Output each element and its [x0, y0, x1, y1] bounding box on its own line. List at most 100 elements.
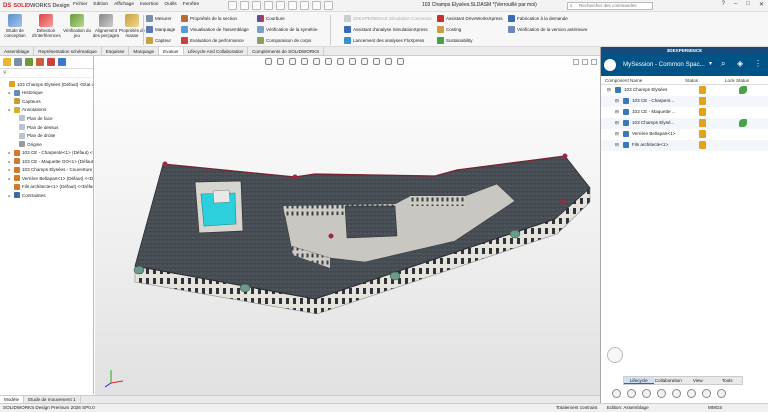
building-3d-model[interactable] [95, 56, 600, 395]
more-icon[interactable]: ⋮ [754, 59, 762, 68]
tree-item[interactable]: ▸ Historique [0, 89, 93, 98]
search-commands-input[interactable]: ⌕ Rechercher des commandes [567, 2, 653, 10]
tab-evaluer[interactable]: Evaluer [159, 47, 184, 55]
performance-evaluation-button[interactable]: Evaluation de performance [181, 36, 249, 44]
undo-icon[interactable] [276, 1, 285, 10]
menu-edition[interactable]: Edition [93, 2, 108, 7]
minimize-icon[interactable]: – [734, 1, 737, 8]
tree-item[interactable]: ▸ Verrière Bellapart<1> (Défaut) <<Défaut… [0, 174, 93, 183]
maturity-icon[interactable] [687, 388, 696, 398]
tab-complements-solidworks[interactable]: Compléments de SOLIDWORKS [248, 47, 325, 55]
help-icon[interactable]: ? [722, 1, 725, 8]
sensor-button[interactable]: Capteur [146, 36, 175, 44]
assembly-visualization-button[interactable]: Visualisation de l'assemblage [181, 25, 249, 33]
tree-item[interactable]: Plan de face [0, 114, 93, 123]
open-icon[interactable] [240, 1, 249, 10]
measure-button[interactable]: Mesurer [146, 14, 175, 22]
3dexperience-icon[interactable] [58, 58, 66, 66]
3ds-compass-icon[interactable] [604, 59, 616, 71]
tree-item[interactable]: ▸ 103 Champs Elysées - Couverture Et Zing… [0, 165, 93, 174]
component-row[interactable]: ⊟ 103 Champs Elysées [601, 85, 768, 96]
hole-alignment-button[interactable]: Alignement des perçages [92, 14, 120, 38]
options-icon[interactable] [324, 1, 333, 10]
tab-representation-schematique[interactable]: Représentation schématique [34, 47, 102, 55]
tree-item[interactable]: 103 Champs Elysées (Défaut) <Etat d'affi… [0, 80, 93, 89]
design-study-button[interactable]: Etude de conception [1, 14, 29, 38]
simulation-connector-button[interactable]: 3DEXPERIENCE Simulation Connector [344, 14, 432, 22]
curvature-button[interactable]: Courbure [257, 14, 318, 22]
component-row[interactable]: ⊟ 103 CE - Maquette ... [601, 107, 768, 118]
tree-item[interactable]: Fils architecte<1> (Défaut) <<Défaut> [0, 183, 93, 192]
close-icon[interactable]: ✕ [759, 1, 764, 8]
tab-lifecycle[interactable]: Lifecycle [624, 377, 654, 384]
menu-outils[interactable]: Outils [164, 2, 176, 7]
menu-insertion[interactable]: Insertion [140, 2, 158, 7]
expand-icon[interactable]: ⊟ [615, 120, 619, 126]
tree-item[interactable]: ▸ 103 CE - Charpente<1> (Défaut) <<Défaut… [0, 148, 93, 157]
expand-icon[interactable]: ⊟ [615, 142, 619, 148]
menu-affichage[interactable]: Affichage [114, 2, 134, 7]
save-3dx-icon[interactable] [612, 388, 621, 398]
unlock-icon[interactable] [657, 388, 666, 398]
sustainability-button[interactable]: Sustainability [437, 36, 503, 44]
previous-version-check-button[interactable]: Vérification de la version antérieure [508, 25, 588, 33]
status-units[interactable]: MMGS [708, 404, 722, 412]
tab-tools[interactable]: Tools [713, 377, 743, 384]
select-icon[interactable] [300, 1, 309, 10]
property-manager-icon[interactable] [14, 58, 22, 66]
compare-bodies-button[interactable]: Comparaison de corps [257, 36, 318, 44]
tab-assemblage[interactable]: Assemblage [0, 47, 35, 55]
save-icon[interactable] [252, 1, 261, 10]
share-icon[interactable] [702, 388, 711, 398]
interference-detection-button[interactable]: Détection d'interférences [32, 14, 61, 38]
driveworksxpress-button[interactable]: Assistant DriveWorksXpress [437, 14, 503, 22]
tree-item[interactable]: ▸ 103 CE - Maquette GO<1> (Défaut) <<Défa… [0, 157, 93, 166]
menu-fenetre[interactable]: Fenêtre [183, 2, 200, 7]
tree-item[interactable]: Origine [0, 140, 93, 149]
display-manager-icon[interactable] [47, 58, 55, 66]
expand-arrow-icon[interactable]: ▸ [7, 167, 12, 172]
info-icon[interactable] [717, 388, 726, 398]
tree-item[interactable]: Plan de dessus [0, 123, 93, 132]
col-component-name[interactable]: Component Name [605, 78, 642, 83]
feature-filter[interactable]: ⚲ [0, 69, 93, 78]
configuration-manager-icon[interactable] [25, 58, 33, 66]
on-demand-manufacturing-button[interactable]: Fabrication à la demande [508, 14, 588, 22]
expand-icon[interactable]: ⊟ [607, 87, 611, 93]
dimxpert-icon[interactable] [36, 58, 44, 66]
tab-esquisse[interactable]: Esquisse [102, 47, 130, 55]
expand-arrow-icon[interactable]: ▸ [7, 107, 12, 112]
tree-item[interactable]: ▸ Contraintes [0, 191, 93, 200]
lock-icon[interactable] [642, 388, 651, 398]
menu-fichier[interactable]: Fichier [73, 2, 87, 7]
new-icon[interactable] [228, 1, 237, 10]
section-properties-button[interactable]: Propriétés de la section [181, 14, 249, 22]
tree-item[interactable]: Plan de droite [0, 131, 93, 140]
feature-tree-icon[interactable] [3, 58, 11, 66]
tab-motion-study[interactable]: Etude de mouvement 1 [24, 396, 81, 403]
navigation-compass-icon[interactable] [607, 347, 623, 363]
floxpress-button[interactable]: Lancement des analyses FloXpress [344, 36, 432, 44]
expand-icon[interactable]: ⊟ [615, 98, 619, 104]
clearance-verification-button[interactable]: Vérification du jeu [63, 14, 91, 38]
expand-arrow-icon[interactable]: ▸ [7, 159, 12, 164]
expand-arrow-icon[interactable]: ▸ [7, 176, 12, 181]
expand-icon[interactable]: ⊟ [615, 131, 619, 137]
search-icon[interactable]: ⌕ [721, 59, 725, 69]
tag-icon[interactable]: ◈ [737, 59, 743, 68]
print-icon[interactable] [264, 1, 273, 10]
col-status[interactable]: Status [685, 78, 698, 83]
markup-button[interactable]: Marquage [146, 25, 175, 33]
tab-view[interactable]: View [683, 377, 713, 384]
session-name[interactable]: MySession - Common Spac... [623, 61, 705, 68]
tab-marquage[interactable]: Marquage [129, 47, 160, 55]
mass-properties-button[interactable]: Propriétés de masse [118, 14, 146, 38]
component-row[interactable]: ⊟ 103 CE - Charpent... [601, 96, 768, 107]
redo-icon[interactable] [288, 1, 297, 10]
revision-icon[interactable] [672, 388, 681, 398]
component-row[interactable]: ⊟ 103 Champs Elysé... [601, 118, 768, 129]
restore-icon[interactable]: □ [746, 1, 750, 8]
tree-item[interactable]: Capteurs [0, 97, 93, 106]
component-row[interactable]: ⊟ Verrière Bellapart<1> [601, 129, 768, 140]
expand-icon[interactable]: ⊟ [615, 109, 619, 115]
